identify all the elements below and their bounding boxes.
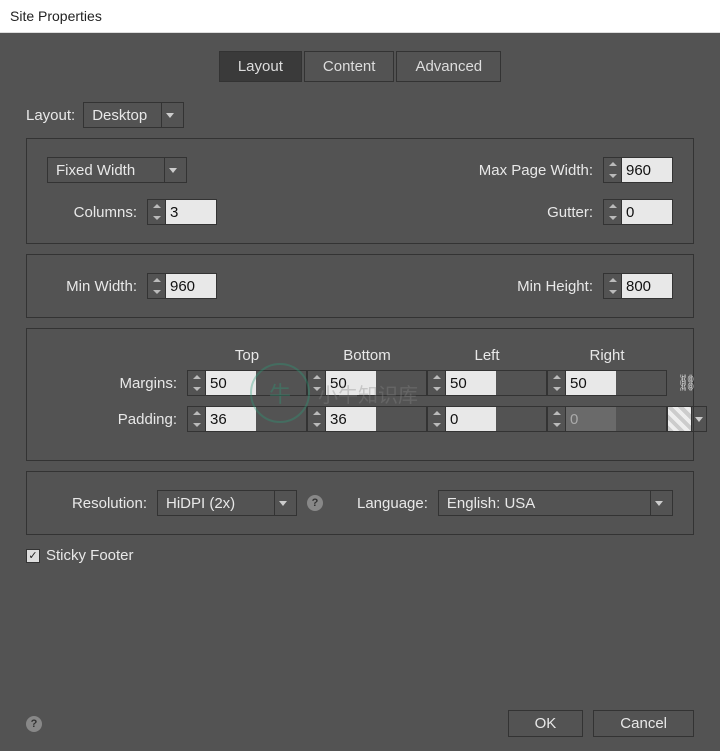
layout-select-value: Desktop: [92, 107, 147, 124]
min-width-label: Min Width:: [47, 278, 137, 295]
margin-bottom-input[interactable]: [326, 371, 376, 395]
padding-top-input[interactable]: [206, 407, 256, 431]
col-right-label: Right: [547, 347, 667, 364]
margin-left-input[interactable]: [446, 371, 496, 395]
col-top-label: Top: [187, 347, 307, 364]
padding-bottom-input[interactable]: [326, 407, 376, 431]
help-icon[interactable]: ?: [307, 495, 323, 511]
gutter-label: Gutter:: [547, 204, 593, 221]
language-label: Language:: [357, 495, 428, 512]
padding-right-spinner[interactable]: [547, 406, 667, 432]
padding-left-input[interactable]: [446, 407, 496, 431]
margin-top-input[interactable]: [206, 371, 256, 395]
spinner-up-icon[interactable]: [188, 371, 205, 383]
tab-bar: Layout Content Advanced: [0, 51, 720, 82]
margin-right-spinner[interactable]: [547, 370, 667, 396]
help-icon[interactable]: ?: [26, 716, 42, 732]
cancel-button[interactable]: Cancel: [593, 710, 694, 737]
spinner-up-icon[interactable]: [548, 371, 565, 383]
spinner-down-icon[interactable]: [604, 286, 621, 298]
spinner-up-icon[interactable]: [604, 158, 621, 170]
chevron-down-icon: [161, 103, 177, 127]
browser-fill-swatch[interactable]: [667, 406, 707, 432]
spinner-up-icon[interactable]: [188, 407, 205, 419]
tab-content[interactable]: Content: [304, 51, 395, 82]
spinner-down-icon[interactable]: [148, 286, 165, 298]
padding-right-input[interactable]: [566, 407, 616, 431]
padding-left-spinner[interactable]: [427, 406, 547, 432]
language-select[interactable]: English: USA: [438, 490, 673, 516]
spinner-up-icon[interactable]: [148, 274, 165, 286]
max-page-width-label: Max Page Width:: [479, 162, 593, 179]
chevron-down-icon: [164, 158, 180, 182]
padding-bottom-spinner[interactable]: [307, 406, 427, 432]
padding-label: Padding:: [47, 411, 187, 428]
resolution-select[interactable]: HiDPI (2x): [157, 490, 297, 516]
margins-label: Margins:: [47, 375, 187, 392]
min-height-label: Min Height:: [517, 278, 593, 295]
spinner-down-icon[interactable]: [548, 419, 565, 431]
spinner-up-icon[interactable]: [308, 371, 325, 383]
chevron-down-icon: [274, 491, 290, 515]
columns-spinner[interactable]: [147, 199, 217, 225]
margin-top-spinner[interactable]: [187, 370, 307, 396]
spinner-down-icon[interactable]: [548, 383, 565, 395]
sticky-footer-label: Sticky Footer: [46, 547, 134, 564]
columns-label: Columns:: [47, 204, 137, 221]
resolution-value: HiDPI (2x): [166, 495, 235, 512]
spinner-down-icon[interactable]: [604, 170, 621, 182]
padding-top-spinner[interactable]: [187, 406, 307, 432]
gutter-input[interactable]: [622, 200, 672, 224]
spinner-up-icon[interactable]: [428, 371, 445, 383]
tab-advanced[interactable]: Advanced: [396, 51, 501, 82]
spinner-down-icon[interactable]: [308, 383, 325, 395]
spinner-up-icon[interactable]: [428, 407, 445, 419]
spinner-down-icon[interactable]: [148, 212, 165, 224]
spinner-down-icon[interactable]: [428, 419, 445, 431]
margin-left-spinner[interactable]: [427, 370, 547, 396]
window-title: Site Properties: [0, 0, 720, 33]
spinner-up-icon[interactable]: [148, 200, 165, 212]
layout-label: Layout:: [26, 107, 75, 124]
resolution-language-group: Resolution: HiDPI (2x) ? Language: Engli…: [26, 471, 694, 535]
width-columns-group: Fixed Width Max Page Width: Columns: Gut…: [26, 138, 694, 244]
spinner-down-icon[interactable]: [188, 419, 205, 431]
min-width-input[interactable]: [166, 274, 216, 298]
columns-input[interactable]: [166, 200, 216, 224]
chevron-down-icon[interactable]: [692, 407, 706, 431]
chevron-down-icon: [650, 491, 666, 515]
spinner-down-icon[interactable]: [188, 383, 205, 395]
col-bottom-label: Bottom: [307, 347, 427, 364]
layout-select[interactable]: Desktop: [83, 102, 184, 128]
spinner-up-icon[interactable]: [548, 407, 565, 419]
max-page-width-spinner[interactable]: [603, 157, 673, 183]
min-height-input[interactable]: [622, 274, 672, 298]
dialog-panel: Layout Content Advanced Layout: Desktop …: [0, 33, 720, 751]
margin-right-input[interactable]: [566, 371, 616, 395]
max-page-width-input[interactable]: [622, 158, 672, 182]
spinner-down-icon[interactable]: [308, 419, 325, 431]
width-mode-select[interactable]: Fixed Width: [47, 157, 187, 183]
tab-layout[interactable]: Layout: [219, 51, 302, 82]
width-mode-value: Fixed Width: [56, 162, 135, 179]
margins-padding-group: Top Bottom Left Right Margins: ⛓ Padding…: [26, 328, 694, 461]
min-size-group: Min Width: Min Height:: [26, 254, 694, 318]
spinner-up-icon[interactable]: [604, 274, 621, 286]
gutter-spinner[interactable]: [603, 199, 673, 225]
col-left-label: Left: [427, 347, 547, 364]
margin-bottom-spinner[interactable]: [307, 370, 427, 396]
min-width-spinner[interactable]: [147, 273, 217, 299]
min-height-spinner[interactable]: [603, 273, 673, 299]
spinner-up-icon[interactable]: [308, 407, 325, 419]
spinner-down-icon[interactable]: [428, 383, 445, 395]
link-margins-icon[interactable]: ⛓: [667, 373, 707, 393]
resolution-label: Resolution:: [47, 495, 147, 512]
language-value: English: USA: [447, 495, 535, 512]
spinner-up-icon[interactable]: [604, 200, 621, 212]
spinner-down-icon[interactable]: [604, 212, 621, 224]
ok-button[interactable]: OK: [508, 710, 584, 737]
sticky-footer-checkbox[interactable]: ✓: [26, 549, 40, 563]
swatch-icon: [668, 407, 692, 431]
